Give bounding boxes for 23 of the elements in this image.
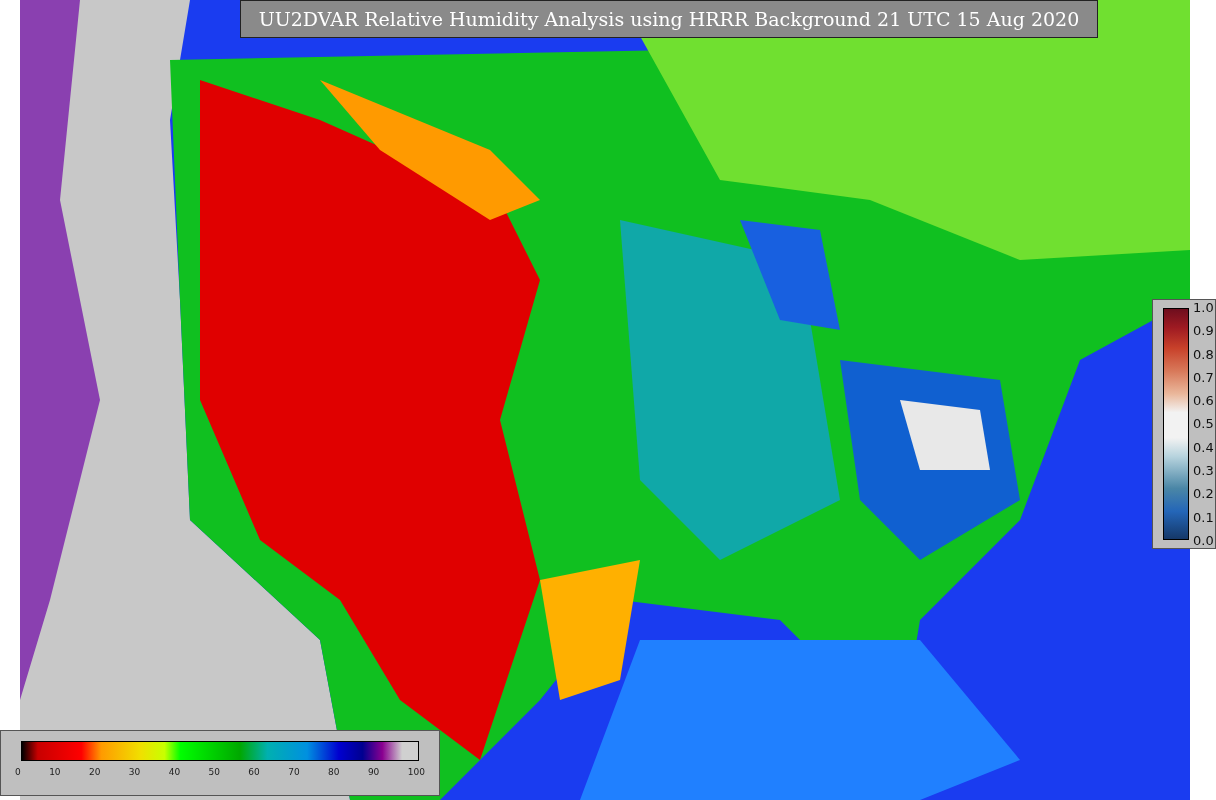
tick-label: 0.8	[1193, 346, 1214, 362]
tick-label: 0.7	[1193, 369, 1214, 385]
tick-label: 10	[49, 767, 61, 777]
tick-label: 100	[407, 767, 425, 777]
tick-label: 0.6	[1193, 393, 1214, 409]
tick-label: 90	[367, 767, 380, 777]
tick-label: 70	[288, 767, 300, 777]
tick-label: 30	[128, 767, 141, 777]
tick-label: 80	[328, 767, 340, 777]
map-title: UU2DVAR Relative Humidity Analysis using HRRR Background 21 UTC 15 Aug 2020	[240, 0, 1098, 38]
tick-label: 0.5	[1193, 416, 1214, 432]
tick-label: 20	[88, 767, 101, 777]
tick-label: 40	[168, 767, 181, 777]
tick-label: 0.4	[1193, 439, 1214, 455]
tick-label: 0.1	[1193, 509, 1214, 525]
tick-label: 0.3	[1193, 463, 1214, 479]
tick-label: 0.9	[1193, 323, 1214, 339]
tick-label: 0	[15, 767, 21, 777]
tick-label: 0.2	[1193, 486, 1214, 502]
tick-label: 1.0	[1193, 300, 1214, 315]
tick-label: 0.0	[1193, 532, 1214, 548]
tick-label: 50	[208, 767, 220, 777]
tick-label: 60	[248, 767, 260, 777]
